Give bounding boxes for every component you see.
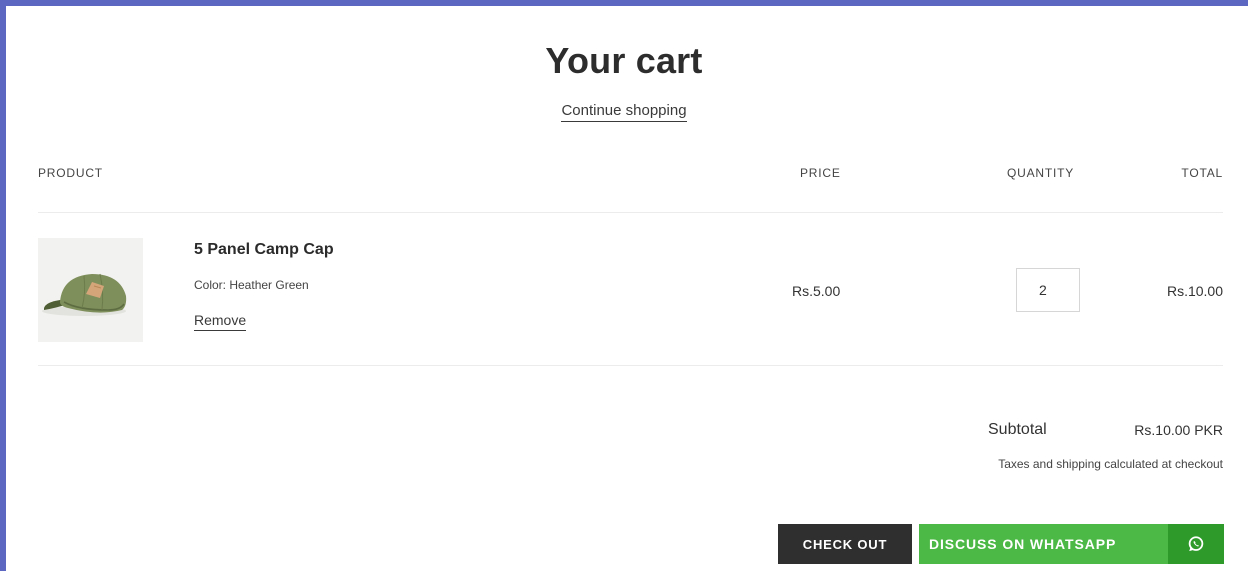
product-variant: Color: Heather Green — [194, 278, 309, 292]
tax-note: Taxes and shipping calculated at checkou… — [998, 457, 1223, 471]
cap-image-icon — [38, 238, 143, 342]
continue-shopping-link[interactable]: Continue shopping — [561, 102, 687, 122]
table-divider-top — [38, 212, 1223, 213]
header-total: TOTAL — [1181, 166, 1223, 180]
whatsapp-icon — [1188, 536, 1204, 552]
product-image[interactable] — [38, 238, 143, 342]
quantity-input[interactable] — [1016, 268, 1080, 312]
product-name[interactable]: 5 Panel Camp Cap — [194, 241, 334, 259]
whatsapp-button[interactable]: DISCUSS ON WHATSAPP — [919, 524, 1224, 564]
subtotal-label: Subtotal — [988, 421, 1047, 438]
header-quantity: QUANTITY — [1007, 166, 1075, 180]
table-divider-bottom — [38, 365, 1223, 366]
header-price: PRICE — [800, 166, 841, 180]
whatsapp-button-label: DISCUSS ON WHATSAPP — [919, 524, 1168, 564]
whatsapp-icon-box — [1168, 524, 1224, 564]
page-title: Your cart — [545, 40, 703, 81]
remove-item-link[interactable]: Remove — [194, 312, 247, 331]
continue-shopping-container: Continue shopping — [0, 102, 1248, 122]
item-total: Rs.10.00 — [1166, 283, 1223, 299]
subtotal-value: Rs.10.00 PKR — [1134, 422, 1223, 438]
checkout-button[interactable]: CHECK OUT — [778, 524, 912, 564]
item-price: Rs.5.00 — [792, 283, 841, 299]
header-product: PRODUCT — [38, 166, 103, 180]
